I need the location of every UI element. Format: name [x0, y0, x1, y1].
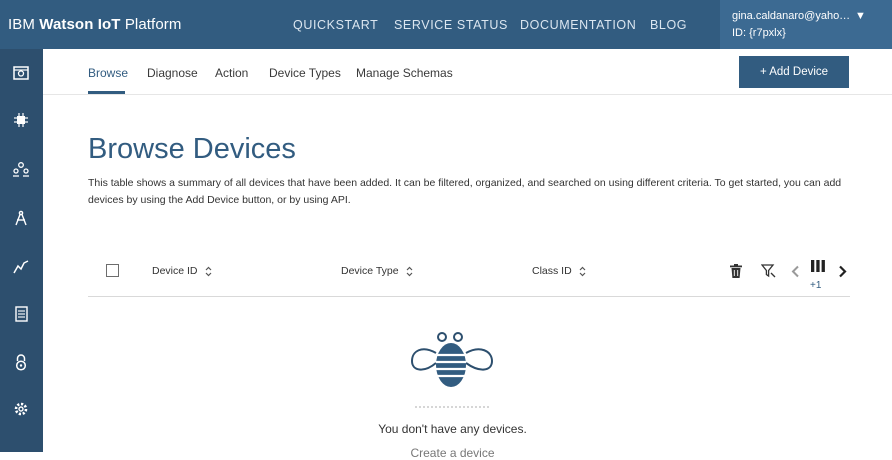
- page-description: This table shows a summary of all device…: [88, 177, 842, 206]
- members-icon[interactable]: [9, 157, 33, 181]
- sort-icon[interactable]: [205, 266, 212, 277]
- user-id: ID: {r7pxlx}: [732, 27, 786, 39]
- user-menu[interactable]: gina.caldanaro@yaho… ID: {r7pxlx} ▼: [720, 0, 892, 49]
- sort-icon[interactable]: [579, 266, 586, 277]
- column-label: Device Type: [341, 265, 399, 277]
- tab-browse[interactable]: Browse: [88, 66, 128, 80]
- tab-diagnose[interactable]: Diagnose: [147, 66, 198, 80]
- activity-icon[interactable]: [9, 255, 33, 279]
- hidden-columns-badge: +1: [810, 280, 822, 291]
- dashboard-icon[interactable]: [9, 61, 33, 85]
- chevron-down-icon[interactable]: ▼: [855, 10, 866, 22]
- top-bar: IBM Watson IoT Platform QUICKSTART SERVI…: [0, 0, 892, 49]
- table-header: Device ID Device Type Class ID +1: [88, 253, 850, 297]
- create-device-link[interactable]: Create a device: [0, 446, 892, 460]
- chip-icon[interactable]: [9, 108, 33, 132]
- sort-icon[interactable]: [406, 266, 413, 277]
- sub-navigation: Browse Diagnose Action Device Types Mana…: [43, 49, 892, 95]
- nav-service-status[interactable]: SERVICE STATUS: [394, 18, 508, 32]
- nav-documentation[interactable]: DOCUMENTATION: [520, 18, 636, 32]
- chevron-left-icon[interactable]: [787, 262, 803, 280]
- brand-bold: Watson IoT: [39, 16, 121, 33]
- brand-logo[interactable]: IBM Watson IoT Platform: [8, 16, 181, 33]
- tab-device-types[interactable]: Device Types: [269, 66, 341, 80]
- chevron-right-icon[interactable]: [834, 262, 850, 280]
- tab-action[interactable]: Action: [215, 66, 248, 80]
- select-all-checkbox[interactable]: [106, 264, 119, 277]
- page-title: Browse Devices: [88, 133, 296, 165]
- user-email: gina.caldanaro@yaho…: [732, 10, 851, 22]
- column-label: Device ID: [152, 265, 198, 277]
- trash-icon[interactable]: [728, 262, 744, 280]
- empty-state-message: You don't have any devices.: [378, 422, 527, 436]
- column-device-type[interactable]: Device Type: [341, 265, 413, 277]
- sidebar: [0, 49, 43, 452]
- settings-icon[interactable]: [9, 397, 33, 421]
- document-icon[interactable]: [9, 302, 33, 326]
- tab-manage-schemas[interactable]: Manage Schemas: [356, 66, 453, 80]
- active-tab-indicator: [88, 91, 125, 94]
- lock-icon[interactable]: [9, 350, 33, 374]
- nav-blog[interactable]: BLOG: [650, 18, 687, 32]
- column-label: Class ID: [532, 265, 572, 277]
- add-device-button[interactable]: + Add Device: [739, 56, 849, 88]
- filter-icon[interactable]: [760, 262, 776, 280]
- columns-icon[interactable]: [810, 257, 826, 275]
- brand-prefix: IBM: [8, 16, 35, 33]
- column-class-id[interactable]: Class ID: [532, 265, 586, 277]
- nav-quickstart[interactable]: QUICKSTART: [293, 18, 378, 32]
- bee-icon: [410, 332, 494, 387]
- brand-suffix: Platform: [124, 16, 182, 33]
- divider: [415, 406, 489, 408]
- column-device-id[interactable]: Device ID: [152, 265, 212, 277]
- compass-icon[interactable]: [9, 206, 33, 230]
